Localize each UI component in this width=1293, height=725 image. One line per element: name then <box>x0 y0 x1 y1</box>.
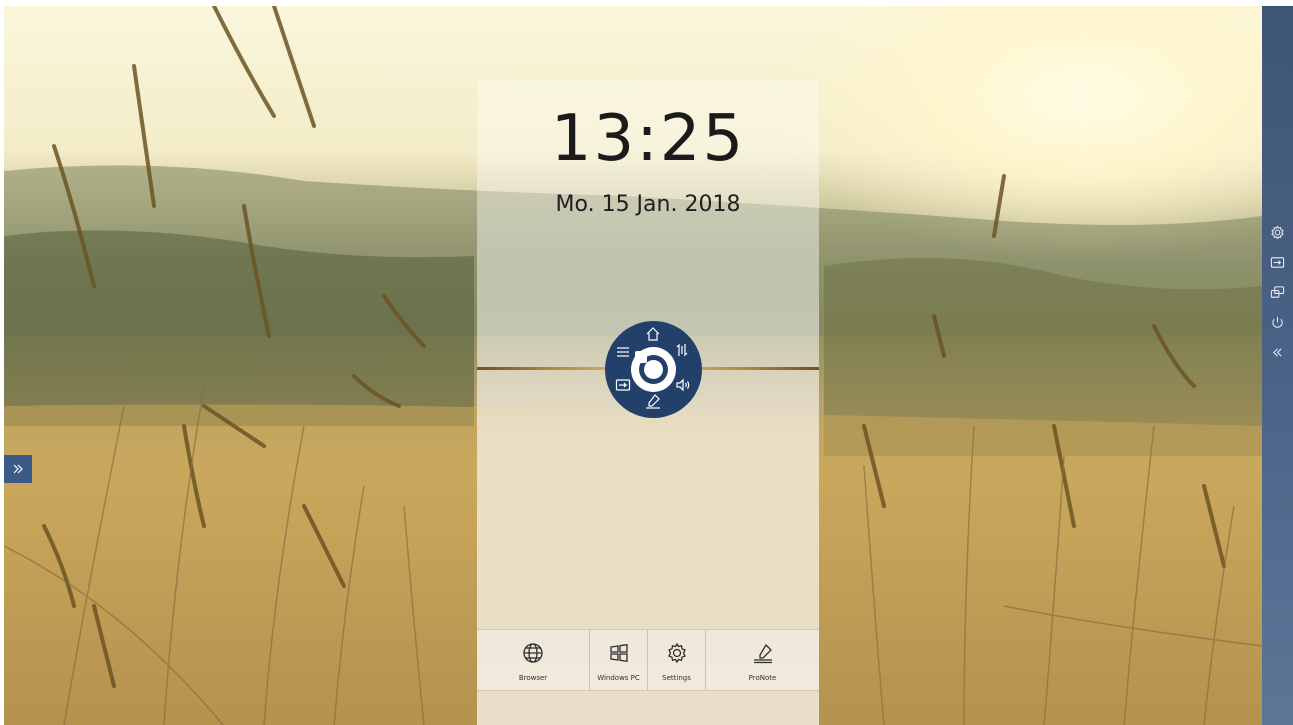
power-icon[interactable] <box>1270 315 1285 330</box>
annotate-pen-icon[interactable] <box>645 393 661 409</box>
toolbox-icon[interactable] <box>631 347 676 392</box>
app-label: Windows PC <box>597 674 640 682</box>
input-source-icon[interactable] <box>1270 255 1285 270</box>
app-label: Settings <box>662 674 691 682</box>
volume-icon[interactable] <box>675 377 691 393</box>
input-source-icon[interactable] <box>615 377 631 393</box>
right-sidebar <box>1262 6 1293 725</box>
windows-icon <box>608 642 630 664</box>
app-label: Browser <box>518 674 548 682</box>
clock-date: Mo. 15 Jan. 2018 <box>555 192 741 217</box>
screen-share-icon[interactable] <box>1270 285 1285 300</box>
app-launcher-bar: Browser Windows PC Settings ProNote <box>477 629 819 691</box>
app-pronote-button[interactable]: ProNote <box>706 630 819 690</box>
gear-icon[interactable] <box>1270 225 1285 240</box>
app-settings-button[interactable]: Settings <box>648 630 706 690</box>
pen-note-icon <box>752 642 774 664</box>
clock-time: 13:25 <box>550 102 746 176</box>
expand-icon[interactable] <box>4 455 32 483</box>
collapse-icon[interactable] <box>1270 345 1285 360</box>
gear-icon <box>666 642 688 664</box>
globe-icon <box>522 642 544 664</box>
app-windows-pc-button[interactable]: Windows PC <box>590 630 648 690</box>
menu-icon[interactable] <box>615 344 631 360</box>
app-label: ProNote <box>748 674 777 682</box>
radial-quick-menu <box>605 321 702 418</box>
app-browser-button[interactable]: Browser <box>477 630 590 690</box>
source-switch-icon[interactable] <box>674 342 690 358</box>
home-screen: 13:25 Mo. 15 Jan. 2018 Browser Windows P… <box>0 0 1293 725</box>
home-icon[interactable] <box>645 326 661 342</box>
